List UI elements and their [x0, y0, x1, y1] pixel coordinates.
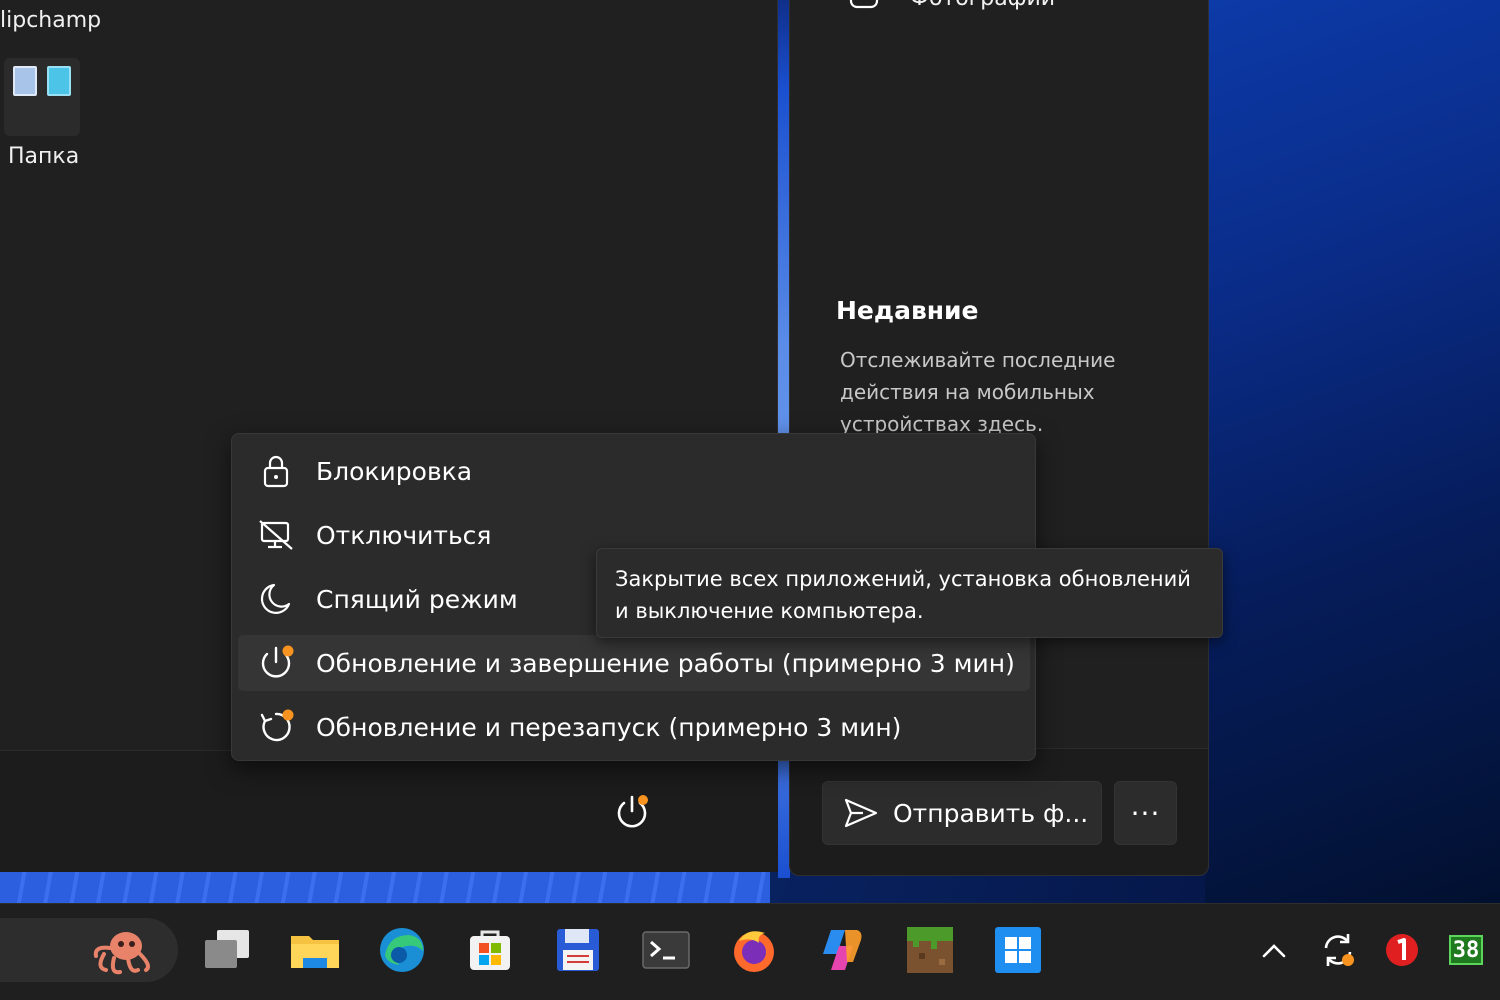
store-button[interactable]: [464, 924, 516, 976]
phone-link-footer: Отправить ф... ···: [790, 748, 1208, 875]
more-options-button[interactable]: ···: [1114, 781, 1177, 845]
file-explorer-icon: [291, 936, 339, 968]
folder-doc-icon: [13, 66, 37, 96]
menu-item-label: Обновление и завершение работы (примерно…: [316, 648, 1015, 678]
task-view-icon: [205, 930, 249, 968]
folder-tile[interactable]: [4, 58, 80, 136]
tooltip: Закрытие всех приложений, установка обно…: [596, 548, 1223, 638]
photos-row[interactable]: Фотографии: [848, 0, 1055, 12]
menu-item-label: Спящий режим: [316, 584, 518, 614]
menu-item-label: Отключиться: [316, 520, 492, 550]
send-button-label: Отправить ф...: [893, 798, 1089, 828]
menu-item-label: Обновление и перезапуск (примерно 3 мин): [316, 712, 902, 742]
firefox-icon: [734, 931, 774, 972]
photos-icon: [849, 0, 879, 9]
store-icon: [470, 930, 510, 970]
notification-tray-button[interactable]: [1382, 930, 1422, 970]
recent-description: Отслеживайте последние действия на мобил…: [840, 348, 1116, 436]
recent-title: Недавние: [836, 296, 979, 325]
sign-out-icon: [259, 520, 293, 550]
chevron-up-icon: [1262, 944, 1286, 958]
pinned-app-label[interactable]: lipchamp: [0, 8, 101, 33]
power-button[interactable]: [602, 783, 662, 843]
terminal-button[interactable]: [640, 924, 692, 976]
menu-item-update-restart[interactable]: Обновление и перезапуск (примерно 3 мин): [238, 699, 1030, 755]
file-explorer-button[interactable]: [289, 924, 341, 976]
lock-icon: [263, 455, 289, 488]
minecraft-button[interactable]: [904, 924, 956, 976]
desktop-wallpaper: [1205, 0, 1500, 905]
firefox-button[interactable]: [728, 924, 780, 976]
copilot-icon: [823, 930, 862, 970]
menu-item-label: Блокировка: [316, 456, 473, 486]
send-file-button[interactable]: Отправить ф...: [822, 781, 1102, 845]
folder-label: Папка: [8, 144, 80, 169]
sync-tray-button[interactable]: [1318, 930, 1358, 970]
edge-button[interactable]: [376, 924, 428, 976]
start-button[interactable]: [992, 924, 1044, 976]
save-app-button[interactable]: [552, 924, 604, 976]
tray-overflow-button[interactable]: [1254, 930, 1294, 970]
save-app-icon: [557, 929, 599, 971]
task-view-button[interactable]: [202, 924, 254, 976]
minecraft-icon: [907, 927, 953, 973]
start-menu-footer: [0, 750, 778, 872]
counter-badge: 38: [1449, 935, 1483, 965]
search-highlight-icon: [93, 932, 150, 975]
terminal-icon: [642, 931, 690, 969]
copilot-button[interactable]: [816, 924, 868, 976]
counter-tray-button[interactable]: 38: [1446, 930, 1486, 970]
menu-item-update-shutdown[interactable]: Обновление и завершение работы (примерно…: [238, 635, 1030, 691]
menu-item-lock[interactable]: Блокировка: [238, 443, 1030, 499]
sleep-moon-icon: [260, 583, 291, 614]
send-icon: [844, 798, 878, 828]
update-shutdown-icon: [261, 645, 294, 678]
photos-label: Фотографии: [910, 0, 1055, 11]
notepad-icon: [47, 66, 71, 96]
edge-icon: [380, 928, 424, 972]
power-update-icon: [617, 795, 648, 828]
search-box[interactable]: [0, 918, 178, 982]
update-restart-icon: [260, 709, 294, 742]
red-badge-icon: [1386, 934, 1418, 966]
taskbar: 38: [0, 903, 1500, 1000]
wallpaper-stripe: [0, 872, 770, 905]
sync-icon: [1324, 934, 1354, 966]
start-icon: [995, 927, 1041, 973]
